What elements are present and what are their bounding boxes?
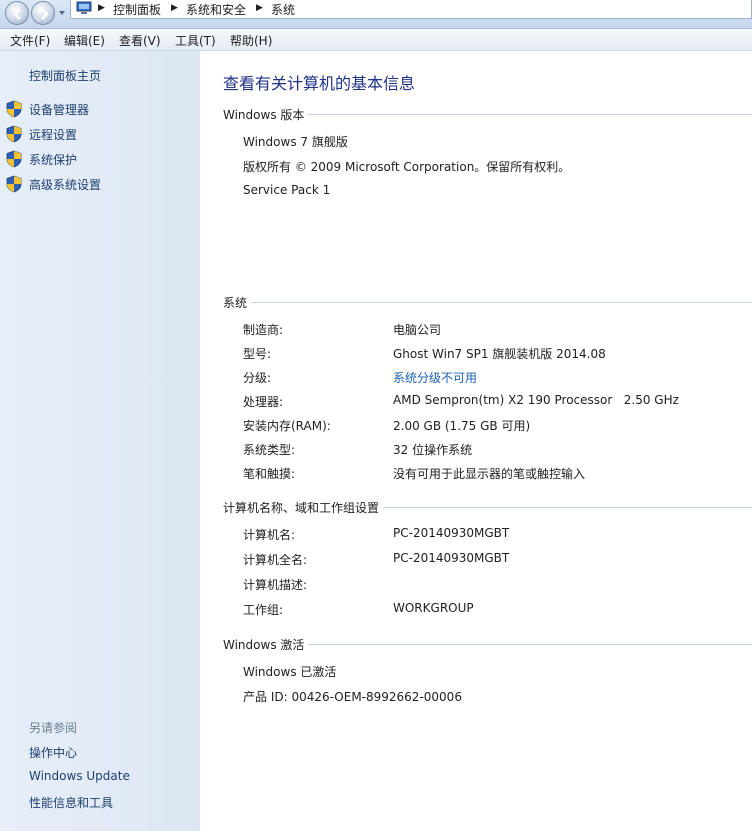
main-content: 查看有关计算机的基本信息 Windows 版本 Windows 7 旗舰版 版权… (200, 51, 752, 831)
breadcrumb-item-system[interactable]: 系统 (271, 1, 295, 18)
recent-pages-dropdown-icon[interactable] (58, 9, 66, 17)
pen-touch-value: 没有可用于此显示器的笔或触控输入 (393, 467, 586, 481)
section-system: 系统 (223, 294, 752, 312)
see-also-windows-update[interactable]: Windows Update (29, 769, 130, 783)
computer-icon (76, 1, 92, 14)
forward-button[interactable] (31, 1, 55, 25)
edition-name: Windows 7 旗舰版 (243, 135, 348, 149)
computer-name-label: 计算机名: (243, 528, 296, 542)
menu-edit[interactable]: 编辑(E) (64, 32, 105, 49)
computer-description-label: 计算机描述: (243, 578, 308, 592)
product-id: 产品 ID: 00426-OEM-8992662-00006 (243, 690, 462, 704)
breadcrumb-item-system-security[interactable]: 系统和安全 (186, 1, 246, 18)
section-windows-edition: Windows 版本 (223, 106, 752, 124)
section-heading: 计算机名称、域和工作组设置 (223, 499, 384, 516)
task-device-manager[interactable]: 设备管理器 (6, 100, 196, 120)
full-computer-name-label: 计算机全名: (243, 553, 308, 567)
back-button[interactable] (5, 1, 29, 25)
chevron-right-icon[interactable]: ▶ (256, 3, 263, 13)
task-system-protection[interactable]: 系统保护 (6, 150, 196, 170)
control-panel-home-link[interactable]: 控制面板主页 (29, 67, 101, 84)
arrow-left-icon (13, 8, 21, 20)
menu-tools[interactable]: 工具(T) (175, 32, 216, 49)
processor-value: AMD Sempron(tm) X2 190 Processor 2.50 GH… (393, 393, 679, 407)
see-also-heading: 另请参阅 (29, 721, 78, 735)
copyright-text: 版权所有 © 2009 Microsoft Corporation。保留所有权利… (243, 160, 571, 174)
manufacturer-label: 制造商: (243, 323, 284, 337)
task-advanced-system-settings[interactable]: 高级系统设置 (6, 175, 196, 195)
chevron-right-icon[interactable]: ▶ (98, 3, 105, 13)
manufacturer-value: 电脑公司 (393, 323, 442, 337)
uac-shield-icon (6, 150, 22, 168)
section-heading: 系统 (223, 294, 252, 311)
ram-label: 安装内存(RAM): (243, 419, 331, 433)
ram-value: 2.00 GB (1.75 GB 可用) (393, 419, 531, 433)
menu-help[interactable]: 帮助(H) (230, 32, 272, 49)
activation-status: Windows 已激活 (243, 665, 337, 679)
page-title: 查看有关计算机的基本信息 (223, 74, 416, 93)
section-activation: Windows 激活 (223, 636, 752, 654)
task-label[interactable]: 系统保护 (29, 151, 77, 168)
section-heading: Windows 激活 (223, 636, 309, 653)
service-pack: Service Pack 1 (243, 183, 331, 197)
task-label[interactable]: 远程设置 (29, 126, 77, 143)
task-remote-settings[interactable]: 远程设置 (6, 125, 196, 145)
task-label[interactable]: 高级系统设置 (29, 176, 101, 193)
workgroup-value: WORKGROUP (393, 601, 474, 615)
address-bar: ▶ 控制面板 ▶ 系统和安全 ▶ 系统 (0, 0, 752, 29)
menu-view[interactable]: 查看(V) (119, 32, 161, 49)
processor-label: 处理器: (243, 395, 284, 409)
menu-file[interactable]: 文件(F) (10, 32, 50, 49)
see-also-performance-tools[interactable]: 性能信息和工具 (29, 794, 113, 811)
rating-label: 分级: (243, 371, 272, 385)
chevron-right-icon[interactable]: ▶ (171, 3, 178, 13)
full-computer-name-value: PC-20140930MGBT (393, 551, 510, 565)
system-type-label: 系统类型: (243, 443, 296, 457)
system-type-value: 32 位操作系统 (393, 443, 473, 457)
uac-shield-icon (6, 175, 22, 193)
arrow-right-icon (41, 8, 49, 20)
see-also-action-center[interactable]: 操作中心 (29, 744, 77, 761)
rating-link[interactable]: 系统分级不可用 (393, 369, 477, 386)
section-heading: Windows 版本 (223, 106, 309, 123)
model-label: 型号: (243, 347, 272, 361)
menu-bar: 文件(F) 编辑(E) 查看(V) 工具(T) 帮助(H) (0, 29, 752, 51)
uac-shield-icon (6, 125, 22, 143)
section-computer-name: 计算机名称、域和工作组设置 (223, 499, 752, 517)
section-divider (223, 302, 752, 303)
pen-touch-label: 笔和触摸: (243, 467, 296, 481)
model-value: Ghost Win7 SP1 旗舰装机版 2014.08 (393, 347, 606, 361)
breadcrumb-item-control-panel[interactable]: 控制面板 (113, 1, 161, 18)
task-pane: 控制面板主页 设备管理器 远程设置 系统保护 高级系统设置 另请参阅 操作中心 … (0, 51, 200, 831)
workgroup-label: 工作组: (243, 603, 284, 617)
task-label[interactable]: 设备管理器 (29, 101, 89, 118)
computer-name-value: PC-20140930MGBT (393, 526, 510, 540)
uac-shield-icon (6, 100, 22, 118)
